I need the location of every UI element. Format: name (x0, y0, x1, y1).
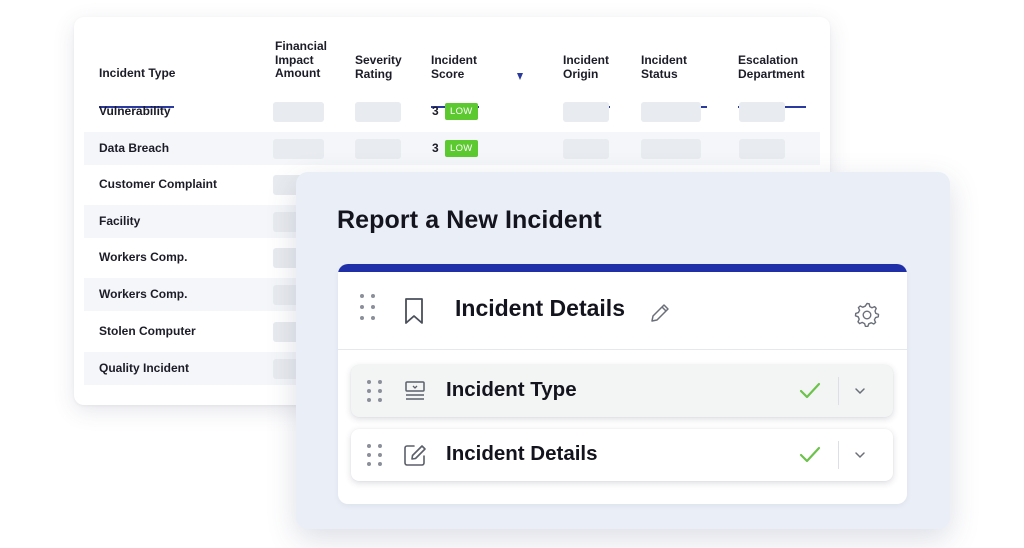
placeholder-cell (563, 139, 609, 159)
divider (838, 377, 839, 405)
header-line: Impact (275, 52, 314, 67)
score-value: 3 (432, 141, 439, 155)
drag-handle-icon[interactable] (367, 444, 382, 466)
table-row[interactable]: Vulnerability 3 LOW (84, 95, 820, 128)
section-title: Incident Details (455, 295, 625, 321)
modal-title: Report a New Incident (337, 206, 602, 234)
severity-badge: LOW (445, 103, 478, 120)
table-row[interactable]: Data Breach 3 LOW (84, 132, 820, 165)
divider (838, 441, 839, 469)
placeholder-cell (739, 102, 785, 122)
header-line: Status (641, 66, 678, 81)
header-line: Amount (275, 66, 321, 80)
incident-type-cell: Facility (99, 214, 141, 228)
pencil-icon[interactable] (649, 302, 671, 324)
placeholder-cell (641, 102, 701, 122)
gear-icon[interactable] (854, 301, 880, 327)
chevron-down-icon[interactable] (854, 450, 866, 460)
placeholder-cell (355, 102, 401, 122)
incident-type-cell: Stolen Computer (99, 324, 196, 338)
section-header: Incident Details (338, 272, 907, 350)
header-line: Incident Type (99, 66, 176, 80)
placeholder-cell (273, 139, 324, 159)
accent-bar (338, 264, 907, 272)
field-incident-type[interactable]: Incident Type (351, 365, 893, 417)
placeholder-cell (563, 102, 609, 122)
severity-badge: LOW (445, 140, 478, 157)
bookmark-icon (405, 298, 423, 324)
placeholder-cell (273, 102, 324, 122)
column-header-incident-type[interactable]: Incident Type (99, 66, 176, 81)
incident-type-cell: Data Breach (99, 141, 170, 155)
report-incident-modal: Report a New Incident Incident Details I… (296, 172, 950, 529)
incident-type-cell: Workers Comp. (99, 250, 188, 264)
header-line: Financial (275, 39, 328, 53)
header-line: Origin (563, 66, 599, 81)
score-value: 3 (432, 104, 439, 118)
header-line: Score (431, 66, 465, 81)
column-header-financial-impact[interactable]: Financial Impact Amount (275, 39, 328, 81)
incident-type-cell: Customer Complaint (99, 177, 218, 191)
incident-type-cell: Workers Comp. (99, 287, 188, 301)
form-list-icon (405, 381, 425, 400)
column-header-score[interactable]: Incident Score (431, 53, 478, 81)
drag-handle-icon[interactable] (360, 294, 375, 320)
header-line: Incident (431, 53, 478, 67)
column-header-escalation[interactable]: Escalation Department (738, 53, 805, 81)
field-label: Incident Details (446, 442, 598, 465)
header-line: Rating (355, 66, 393, 81)
header-line: Incident (563, 53, 610, 67)
header-line: Escalation (738, 53, 799, 67)
placeholder-cell (641, 139, 701, 159)
placeholder-cell (355, 139, 401, 159)
column-header-severity[interactable]: Severity Rating (355, 53, 402, 81)
incident-type-cell: Quality Incident (99, 361, 190, 375)
caret-down-icon[interactable] (517, 73, 523, 80)
drag-handle-icon[interactable] (367, 380, 382, 402)
incident-form-card: Incident Details Incident Type Incident … (338, 264, 907, 504)
field-label: Incident Type (446, 378, 577, 401)
check-icon (799, 446, 821, 463)
column-header-status[interactable]: Incident Status (641, 53, 688, 81)
header-line: Department (738, 66, 805, 81)
column-header-origin[interactable]: Incident Origin (563, 53, 610, 81)
incident-type-cell: Vulnerability (99, 104, 171, 118)
edit-icon (404, 445, 426, 466)
header-line: Severity (355, 53, 402, 67)
chevron-down-icon[interactable] (854, 386, 866, 396)
field-incident-details[interactable]: Incident Details (351, 429, 893, 481)
check-icon (799, 382, 821, 399)
placeholder-cell (739, 139, 785, 159)
header-line: Incident (641, 53, 688, 67)
